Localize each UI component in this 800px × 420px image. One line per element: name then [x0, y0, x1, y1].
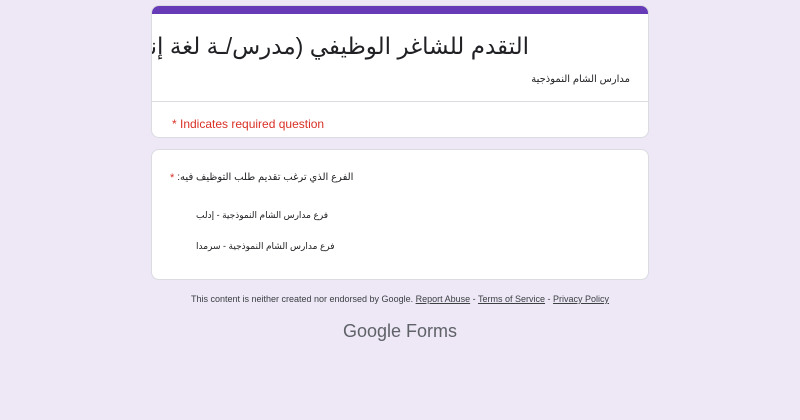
form-header-card: التقدم للشاغر الوظيفي (مدرس/ـة لغة إنكلي…: [151, 5, 649, 138]
footer-separator: -: [545, 294, 554, 304]
radio-option-label: فرع مدارس الشام النموذجية - إدلب: [196, 210, 329, 220]
terms-of-service-link[interactable]: Terms of Service: [478, 294, 545, 304]
radio-option-idlib[interactable]: فرع مدارس الشام النموذجية - إدلب: [196, 209, 328, 221]
radio-option-sarmada[interactable]: فرع مدارس الشام النموذجية - سرمدا: [196, 240, 335, 252]
privacy-policy-link[interactable]: Privacy Policy: [553, 294, 609, 304]
logo-google-text: Google: [342, 321, 402, 341]
logo-forms-text: Forms: [406, 321, 458, 341]
report-abuse-link[interactable]: Report Abuse: [416, 294, 471, 304]
required-star: *: [170, 172, 175, 184]
form-subtitle: مدارس الشام النموذجية: [531, 74, 630, 85]
question-title: * الفرع الذي ترغب تقديم طلب التوظيف فيه:: [170, 171, 353, 185]
radio-option-label: فرع مدارس الشام النموذجية - سرمدا: [196, 241, 335, 251]
footer-disclaimer-line: This content is neither created nor endo…: [0, 293, 800, 305]
footer-disclaimer: This content is neither created nor endo…: [190, 294, 416, 304]
required-question-note: * Indicates required question: [172, 117, 325, 131]
form-title: التقدم للشاغر الوظيفي (مدرس/ـة لغة إنكلي…: [151, 33, 529, 59]
google-forms-logo[interactable]: Google Forms: [0, 320, 800, 342]
header-divider: [152, 101, 648, 102]
question-card: * الفرع الذي ترغب تقديم طلب التوظيف فيه:…: [151, 149, 649, 280]
question-text: الفرع الذي ترغب تقديم طلب التوظيف فيه:: [177, 172, 354, 183]
header-accent-bar: [152, 6, 648, 14]
footer-separator: -: [470, 294, 478, 304]
